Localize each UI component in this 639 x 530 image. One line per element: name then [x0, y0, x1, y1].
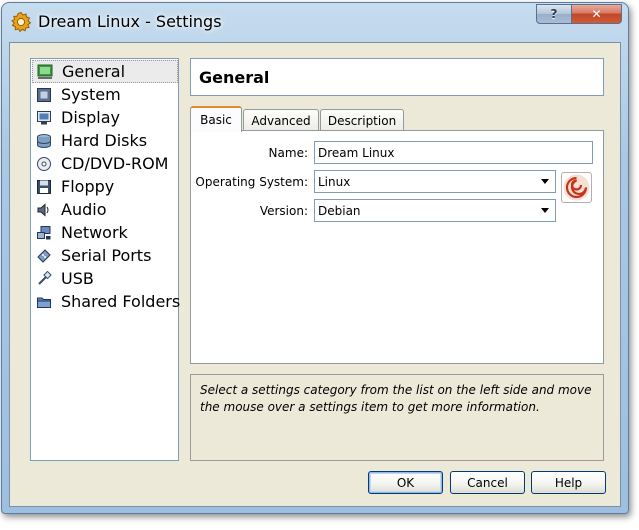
- sidebar-item-label: Network: [61, 223, 128, 242]
- title-help-button[interactable]: ?: [536, 4, 572, 24]
- sidebar-item-cd-dvd-rom[interactable]: CD/DVD-ROM: [32, 152, 178, 175]
- info-text: Select a settings category from the list…: [200, 383, 592, 414]
- caption-buttons: ? ✕: [536, 4, 622, 24]
- cancel-button[interactable]: Cancel: [450, 471, 525, 494]
- close-icon: ✕: [591, 7, 602, 21]
- sidebar-item-label: General: [62, 62, 126, 81]
- sidebar-item-label: Hard Disks: [61, 131, 148, 150]
- page-title: General: [199, 68, 270, 87]
- tab-label: Advanced: [251, 114, 311, 128]
- version-select-value: Debian: [318, 204, 361, 218]
- help-button[interactable]: Help: [531, 471, 606, 494]
- category-header: General: [190, 58, 604, 96]
- system-icon: [37, 87, 51, 102]
- sidebar-item-system[interactable]: System: [32, 83, 178, 106]
- general-icon: [37, 64, 53, 79]
- sidebar-item-label: Audio: [61, 200, 107, 219]
- sidebar-item-label: System: [61, 85, 121, 104]
- version-select[interactable]: Debian: [314, 199, 556, 222]
- sidebar-item-shared-folders[interactable]: Shared Folders: [32, 290, 181, 313]
- chevron-down-icon: [536, 201, 554, 220]
- tab-label: Description: [327, 114, 397, 128]
- title-bar[interactable]: Dream Linux - Settings ? ✕: [2, 3, 628, 41]
- shared-folders-icon: [37, 297, 51, 308]
- cd-dvd-icon: [37, 156, 51, 171]
- name-label: Name:: [268, 146, 308, 160]
- sidebar-item-label: Floppy: [61, 177, 115, 196]
- os-label: Operating System:: [195, 175, 308, 189]
- sidebar-item-label: CD/DVD-ROM: [61, 154, 169, 173]
- sidebar-item-usb[interactable]: USB: [32, 267, 178, 290]
- sidebar-item-label: Serial Ports: [61, 246, 152, 265]
- os-select-value: Linux: [318, 175, 351, 189]
- sidebar-item-floppy[interactable]: Floppy: [32, 175, 178, 198]
- display-icon: [37, 110, 51, 124]
- info-panel: Select a settings category from the list…: [190, 374, 604, 461]
- debian-logo-icon: [561, 172, 592, 203]
- sidebar-item-label: Display: [61, 108, 120, 127]
- audio-icon: [37, 202, 49, 217]
- sidebar-item-serial-ports[interactable]: Serial Ports: [32, 244, 178, 267]
- sidebar-item-display[interactable]: Display: [32, 106, 178, 129]
- name-input[interactable]: [314, 141, 593, 164]
- settings-window: Dream Linux - Settings ? ✕ General Syste…: [1, 2, 629, 514]
- usb-icon: [38, 270, 52, 285]
- tab-description[interactable]: Description: [320, 109, 404, 132]
- tab-basic[interactable]: Basic: [190, 106, 242, 132]
- settings-gear-icon: [11, 11, 32, 33]
- ok-button[interactable]: OK: [368, 471, 443, 494]
- floppy-icon: [37, 179, 51, 194]
- tab-label: Basic: [200, 113, 232, 127]
- sidebar-item-general[interactable]: General: [32, 60, 178, 83]
- dialog-client-area: General System Display Hard Disks CD/DVD…: [9, 42, 621, 507]
- tab-advanced[interactable]: Advanced: [243, 109, 319, 132]
- close-button[interactable]: ✕: [572, 4, 622, 24]
- sidebar-item-audio[interactable]: Audio: [32, 198, 178, 221]
- sidebar-item-network[interactable]: Network: [32, 221, 178, 244]
- sidebar-item-label: USB: [61, 269, 94, 288]
- basic-tab-panel: Name: Operating System: Linux Version: D…: [190, 130, 604, 364]
- network-icon: [37, 225, 51, 239]
- sidebar-item-label: Shared Folders: [61, 292, 181, 311]
- settings-category-list[interactable]: General System Display Hard Disks CD/DVD…: [30, 58, 181, 461]
- hard-disks-icon: [37, 133, 51, 148]
- serial-ports-icon: [37, 248, 51, 263]
- os-select[interactable]: Linux: [314, 170, 556, 193]
- chevron-down-icon: [536, 172, 554, 191]
- version-label: Version:: [259, 204, 308, 218]
- sidebar-item-hard-disks[interactable]: Hard Disks: [32, 129, 178, 152]
- window-title: Dream Linux - Settings: [38, 12, 222, 31]
